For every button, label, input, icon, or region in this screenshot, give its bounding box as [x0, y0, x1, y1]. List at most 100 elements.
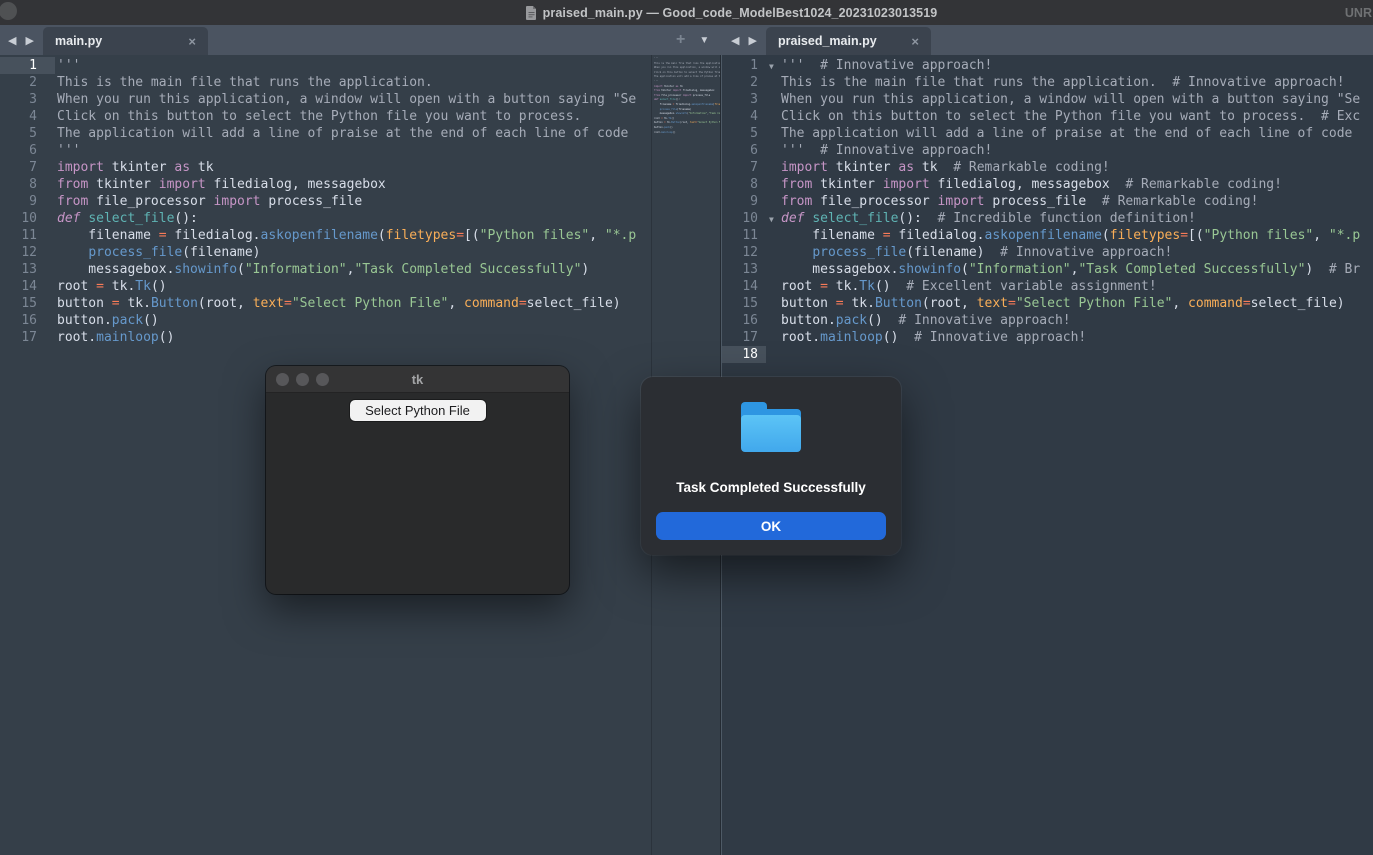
line-number[interactable]: 10: [0, 210, 55, 227]
line-number[interactable]: 9: [0, 193, 55, 210]
tab-praised-main-py[interactable]: praised_main.py ×: [766, 27, 931, 55]
select-python-file-button[interactable]: Select Python File: [350, 400, 486, 421]
code-text[interactable]: button = tk.Button(root, text="Select Py…: [781, 295, 1373, 312]
tab-close-icon[interactable]: ×: [188, 35, 196, 48]
code-line[interactable]: 8from tkinter import filedialog, message…: [0, 176, 651, 193]
line-number[interactable]: 15: [0, 295, 55, 312]
line-number[interactable]: 12: [0, 244, 55, 261]
tk-window-titlebar[interactable]: tk: [266, 366, 569, 393]
code-text[interactable]: This is the main file that runs the appl…: [781, 74, 1373, 91]
line-number[interactable]: 3: [722, 91, 766, 108]
line-number[interactable]: 16: [722, 312, 766, 329]
tab-nav-back-icon[interactable]: ◀: [8, 34, 16, 47]
line-number[interactable]: 7: [0, 159, 55, 176]
code-text[interactable]: def select_file():: [57, 210, 651, 227]
code-text[interactable]: Click on this button to select the Pytho…: [57, 108, 651, 125]
code-line[interactable]: 2This is the main file that runs the app…: [0, 74, 651, 91]
code-line[interactable]: 6 ''' # Innovative approach!: [722, 142, 1373, 159]
line-number[interactable]: 5: [0, 125, 55, 142]
tab-main-py[interactable]: main.py ×: [43, 27, 208, 55]
code-text[interactable]: messagebox.showinfo("Information","Task …: [57, 261, 651, 278]
line-number[interactable]: 6: [722, 142, 766, 159]
code-text[interactable]: button.pack() # Innovative approach!: [781, 312, 1373, 329]
code-line[interactable]: 16 button.pack() # Innovative approach!: [722, 312, 1373, 329]
code-text[interactable]: The application will add a line of prais…: [781, 125, 1373, 142]
code-text[interactable]: root.mainloop(): [57, 329, 651, 346]
zoom-window-icon[interactable]: [316, 373, 329, 386]
fold-arrow-icon[interactable]: ▼: [769, 58, 774, 75]
line-number[interactable]: 1: [0, 57, 55, 74]
line-number[interactable]: 8: [0, 176, 55, 193]
info-dialog[interactable]: Task Completed Successfully OK: [641, 377, 901, 555]
line-number[interactable]: 6: [0, 142, 55, 159]
code-text[interactable]: ''' # Innovative approach!: [781, 57, 1373, 74]
code-text[interactable]: from file_processor import process_file …: [781, 193, 1373, 210]
code-line[interactable]: 9 from file_processor import process_file…: [722, 193, 1373, 210]
code-line[interactable]: 4Click on this button to select the Pyth…: [722, 108, 1373, 125]
code-text[interactable]: import tkinter as tk: [57, 159, 651, 176]
code-line[interactable]: 9from file_processor import process_file: [0, 193, 651, 210]
code-text[interactable]: [781, 346, 1373, 363]
close-window-icon[interactable]: [276, 373, 289, 386]
code-line[interactable]: 1▼ ''' # Innovative approach!: [722, 57, 1373, 74]
code-line[interactable]: 3 When you run this application, a window…: [722, 91, 1373, 108]
line-number[interactable]: 11: [0, 227, 55, 244]
code-text[interactable]: button = tk.Button(root, text="Select Py…: [57, 295, 651, 312]
code-text[interactable]: def select_file(): # Incredible function…: [781, 210, 1373, 227]
code-line[interactable]: 7import tkinter as tk: [0, 159, 651, 176]
tab-nav-forward-icon[interactable]: ▶: [25, 34, 33, 47]
code-line[interactable]: 5The application will add a line of prai…: [0, 125, 651, 142]
code-text[interactable]: The application will add a line of prais…: [57, 125, 651, 142]
line-number[interactable]: 9: [722, 193, 766, 210]
code-text[interactable]: This is the main file that runs the appl…: [57, 74, 651, 91]
code-text[interactable]: When you run this application, a window …: [57, 91, 651, 108]
line-number[interactable]: 11: [722, 227, 766, 244]
code-line[interactable]: 10def select_file():: [0, 210, 651, 227]
line-number[interactable]: 18: [722, 346, 766, 363]
code-line[interactable]: 7import tkinter as tk # Remarkable codin…: [722, 159, 1373, 176]
fold-arrow-icon[interactable]: ▼: [769, 211, 774, 228]
code-line[interactable]: 13 messagebox.showinfo("Information","Ta…: [722, 261, 1373, 278]
code-line[interactable]: 16button.pack(): [0, 312, 651, 329]
code-line[interactable]: 3When you run this application, a window…: [0, 91, 651, 108]
code-text[interactable]: process_file(filename): [57, 244, 651, 261]
line-number[interactable]: 10: [722, 210, 766, 227]
code-line[interactable]: 6''': [0, 142, 651, 159]
code-line[interactable]: 18: [722, 346, 1373, 363]
code-line[interactable]: 15button = tk.Button(root, text="Select …: [722, 295, 1373, 312]
line-number[interactable]: 8: [722, 176, 766, 193]
line-number[interactable]: 14: [0, 278, 55, 295]
code-text[interactable]: When you run this application, a window …: [781, 91, 1373, 108]
line-number[interactable]: 2: [722, 74, 766, 91]
code-text[interactable]: root = tk.Tk() # Excellent variable assi…: [781, 278, 1373, 295]
code-line[interactable]: 15button = tk.Button(root, text="Select …: [0, 295, 651, 312]
line-number[interactable]: 4: [0, 108, 55, 125]
code-line[interactable]: 4Click on this button to select the Pyth…: [0, 108, 651, 125]
code-line[interactable]: 2 This is the main file that runs the app…: [722, 74, 1373, 91]
code-text[interactable]: button.pack(): [57, 312, 651, 329]
new-tab-icon[interactable]: +: [676, 31, 685, 49]
code-line[interactable]: 11 filename = filedialog.askopenfilename…: [0, 227, 651, 244]
code-text[interactable]: filename = filedialog.askopenfilename(fi…: [781, 227, 1373, 244]
line-number[interactable]: 14: [722, 278, 766, 295]
line-number[interactable]: 1: [722, 57, 766, 74]
line-number[interactable]: 16: [0, 312, 55, 329]
line-number[interactable]: 12: [722, 244, 766, 261]
code-line[interactable]: 14root = tk.Tk(): [0, 278, 651, 295]
code-line[interactable]: 10▼ def select_file(): # Incredible funct…: [722, 210, 1373, 227]
code-line[interactable]: 11 filename = filedialog.askopenfilename…: [722, 227, 1373, 244]
line-number[interactable]: 13: [0, 261, 55, 278]
code-text[interactable]: from tkinter import filedialog, messageb…: [57, 176, 651, 193]
code-text[interactable]: from tkinter import filedialog, messageb…: [781, 176, 1373, 193]
line-number[interactable]: 3: [0, 91, 55, 108]
code-line[interactable]: 12 process_file(filename): [0, 244, 651, 261]
code-line[interactable]: 1''': [0, 57, 651, 74]
line-number[interactable]: 17: [0, 329, 55, 346]
code-text[interactable]: process_file(filename) # Innovative appr…: [781, 244, 1373, 261]
code-text[interactable]: import tkinter as tk # Remarkable coding…: [781, 159, 1373, 176]
code-line[interactable]: 5The application will add a line of prai…: [722, 125, 1373, 142]
tab-nav-forward-icon[interactable]: ▶: [748, 34, 756, 47]
code-text[interactable]: ''' # Innovative approach!: [781, 142, 1373, 159]
line-number[interactable]: 4: [722, 108, 766, 125]
line-number[interactable]: 2: [0, 74, 55, 91]
